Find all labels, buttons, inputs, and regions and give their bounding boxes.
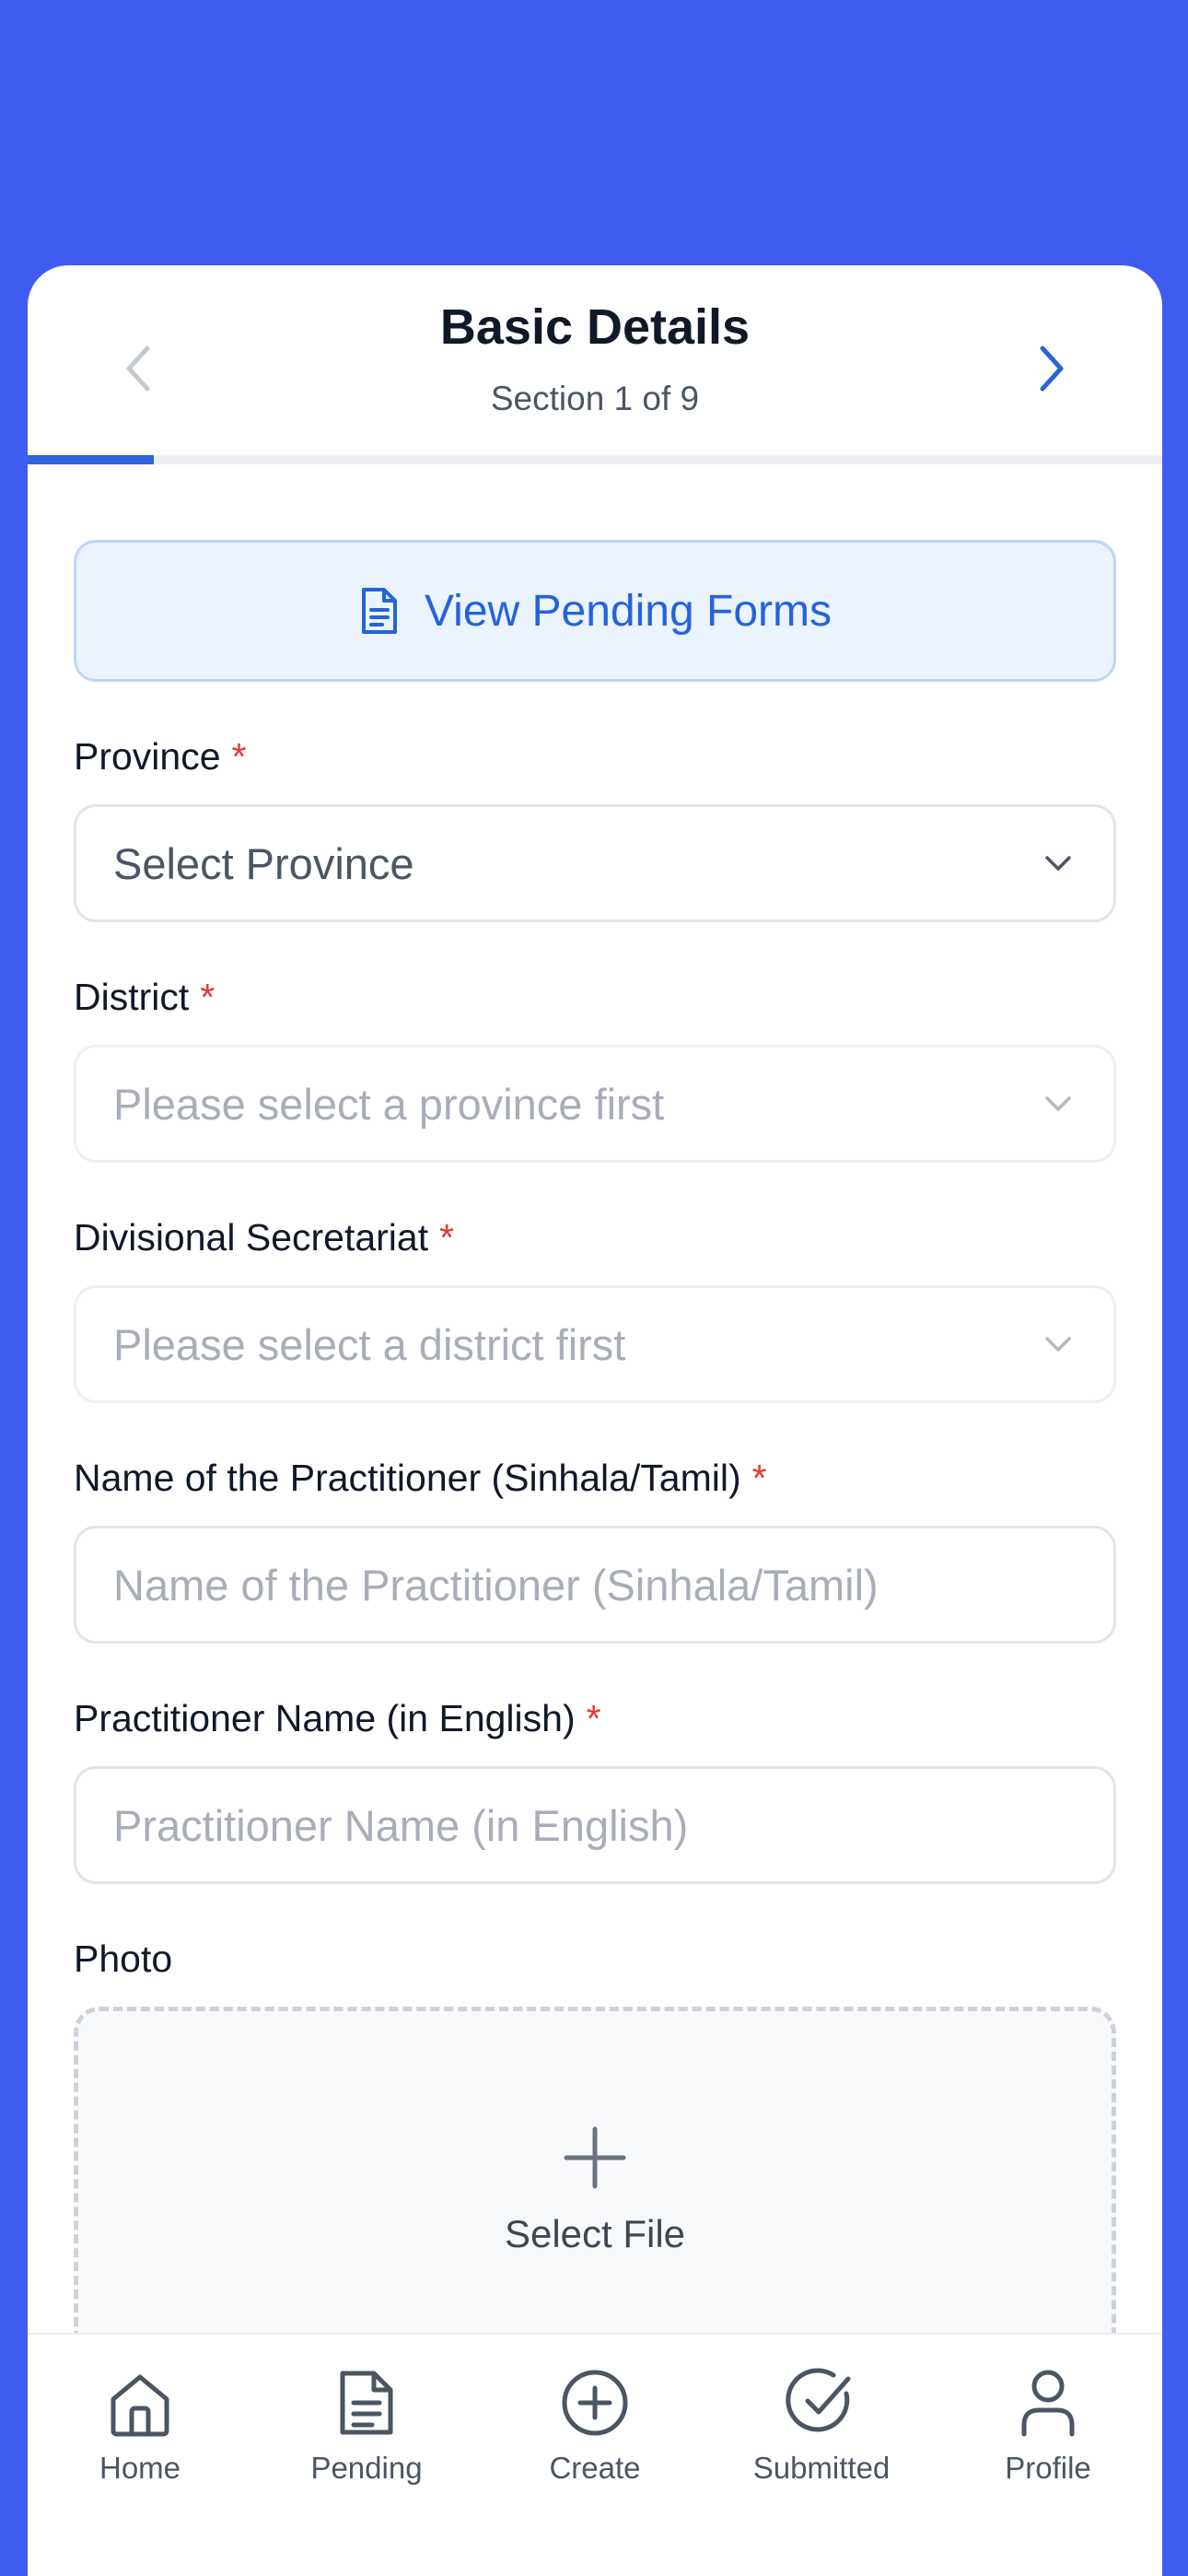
district-label-text: District [74,976,190,1018]
district-select[interactable]: Please select a province first [74,1045,1116,1163]
province-select[interactable]: Select Province [74,804,1116,922]
chevron-down-icon [1045,1337,1071,1352]
divisional-secretariat-field: Divisional Secretariat * Please select a … [74,1216,1116,1403]
divisional-secretariat-placeholder: Please select a district first [113,1319,626,1369]
user-icon [1021,2370,1075,2437]
practitioner-name-english-input[interactable]: Practitioner Name (in English) [74,1766,1116,1884]
practitioner-name-local-input[interactable]: Name of the Practitioner (Sinhala/Tamil) [74,1526,1116,1644]
required-asterisk: * [751,1457,767,1499]
district-select-placeholder: Please select a province first [113,1079,665,1129]
form-card: Basic Details Section 1 of 9 View Pendin… [28,265,1162,2576]
tab-create-label: Create [549,2451,641,2485]
document-icon [362,588,397,634]
tab-create[interactable]: Create [503,2355,687,2486]
practitioner-name-local-label-text: Name of the Practitioner (Sinhala/Tamil) [74,1457,741,1499]
photo-upload-area[interactable]: Select File [74,2007,1116,2338]
divisional-secretariat-label-text: Divisional Secretariat [74,1216,429,1259]
tab-submitted[interactable]: Submitted [729,2355,914,2486]
next-section-button[interactable] [1015,332,1089,405]
practitioner-name-local-placeholder: Name of the Practitioner (Sinhala/Tamil) [113,1560,879,1610]
section-progress-bar [28,455,1162,464]
required-asterisk: * [231,735,247,778]
province-label: Province * [74,735,1116,779]
bottom-tab-bar: Home Pending Create Submitted Profile [28,2333,1162,2576]
tab-submitted-label: Submitted [752,2451,891,2485]
chevron-right-icon [1040,345,1064,392]
section-indicator: Section 1 of 9 [490,380,700,417]
province-field: Province * Select Province [74,735,1116,922]
page-title: Basic Details [439,299,751,355]
practitioner-name-english-label: Practitioner Name (in English) * [74,1697,1116,1740]
practitioner-name-english-placeholder: Practitioner Name (in English) [113,1800,689,1850]
photo-label: Photo [74,1938,173,1980]
practitioner-name-english-field: Practitioner Name (in English) * Practiti… [74,1697,1116,1884]
select-file-label: Select File [504,2212,686,2255]
chevron-down-icon [1045,856,1071,871]
tab-pending[interactable]: Pending [274,2355,459,2486]
check-circle-icon [786,2368,851,2432]
home-icon [111,2374,169,2437]
tab-profile[interactable]: Profile [956,2355,1140,2486]
province-select-value: Select Province [113,838,414,888]
district-label: District * [74,976,1116,1019]
practitioner-name-local-field: Name of the Practitioner (Sinhala/Tamil)… [74,1457,1116,1644]
required-asterisk: * [200,976,215,1018]
tab-pending-label: Pending [310,2451,423,2485]
required-asterisk: * [439,1216,455,1259]
view-pending-forms-label: View Pending Forms [425,586,832,636]
tab-profile-label: Profile [1005,2451,1091,2485]
district-field: District * Please select a province first [74,976,1116,1163]
photo-field: Photo Select File [74,1938,1116,2338]
practitioner-name-local-label: Name of the Practitioner (Sinhala/Tamil)… [74,1457,1116,1500]
required-asterisk: * [586,1697,601,1739]
form-header: Basic Details Section 1 of 9 [28,265,1162,468]
document-icon [340,2371,393,2435]
province-label-text: Province [74,735,221,778]
tab-home[interactable]: Home [48,2355,232,2486]
plus-circle-icon [562,2370,628,2436]
tab-home-label: Home [99,2451,181,2485]
view-pending-forms-button[interactable]: View Pending Forms [74,540,1116,682]
form-content: View Pending Forms Province * Select Prov… [74,540,1116,2338]
practitioner-name-english-label-text: Practitioner Name (in English) [74,1697,576,1739]
section-progress-fill [28,455,154,464]
chevron-down-icon [1045,1096,1071,1111]
divisional-secretariat-select[interactable]: Please select a district first [74,1285,1116,1403]
divisional-secretariat-label: Divisional Secretariat * [74,1216,1116,1259]
plus-icon [564,2126,626,2189]
